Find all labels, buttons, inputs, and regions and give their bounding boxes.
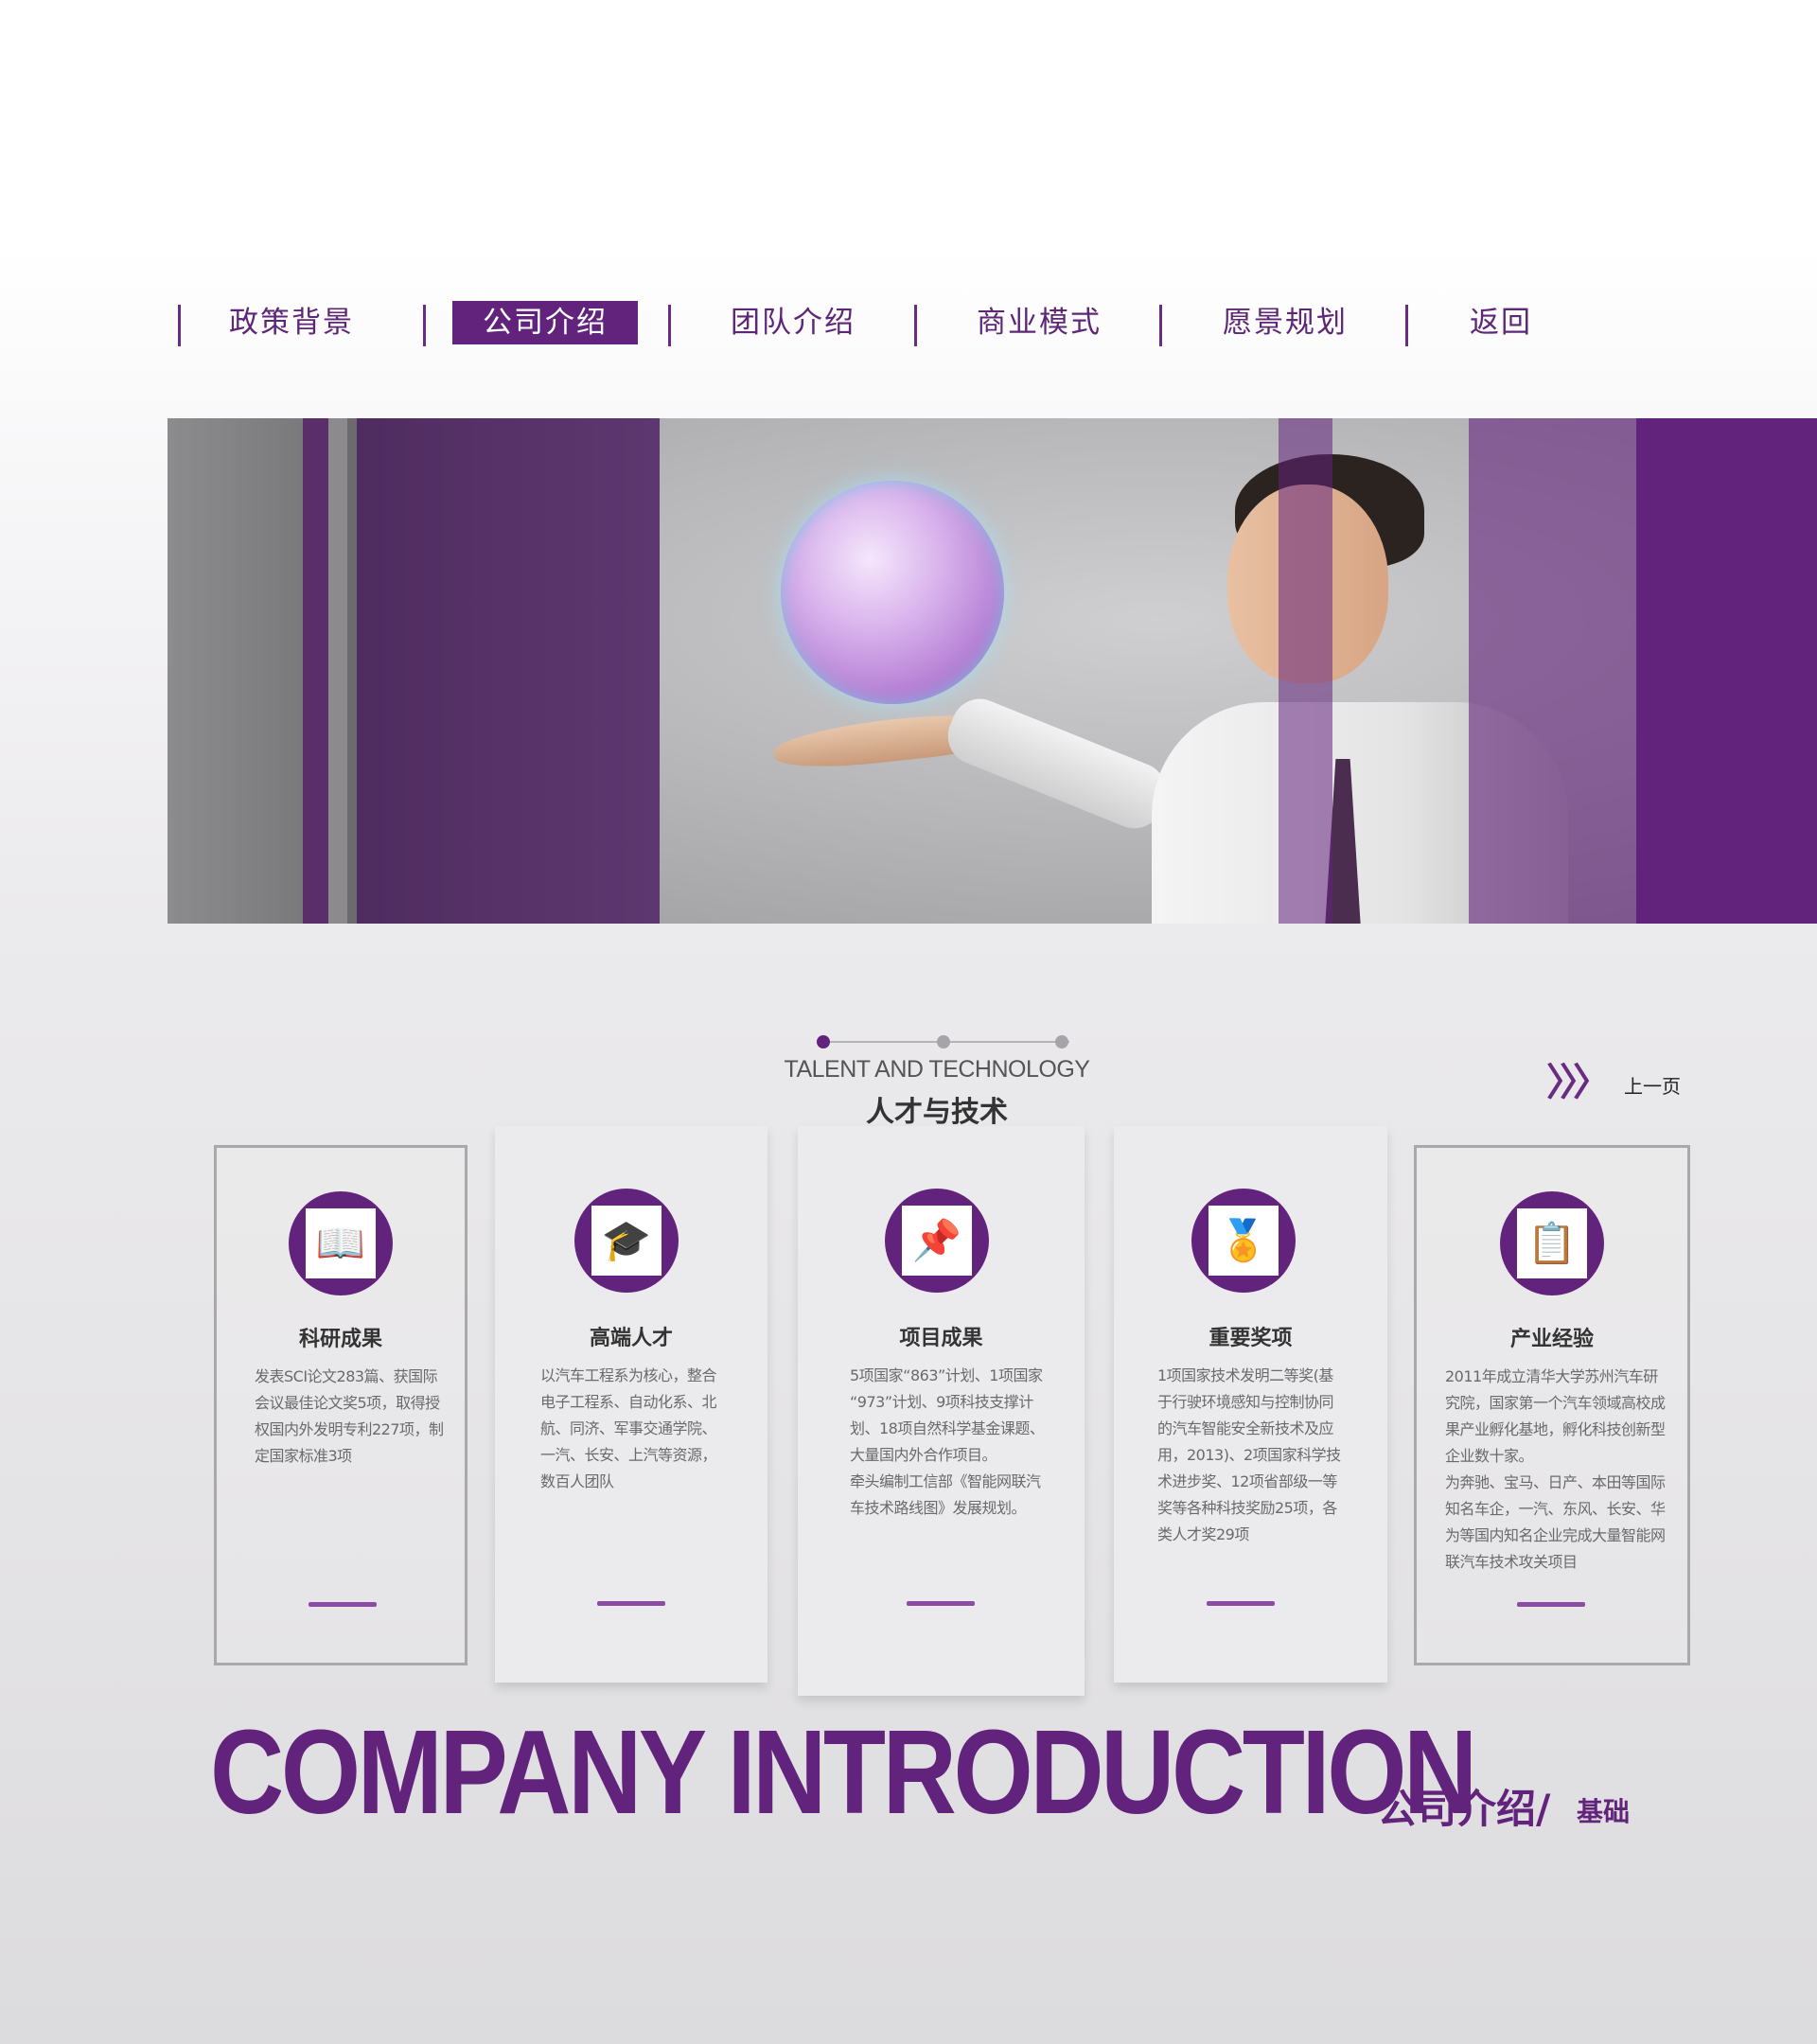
nav-item-policy-background[interactable]: 政策背景 <box>216 301 367 344</box>
hero-stripe <box>347 418 357 924</box>
nav-divider <box>1159 305 1162 346</box>
hero-banner <box>168 418 1817 924</box>
company-introduction-title: COMPANY INTRODUCTION <box>210 1705 1477 1839</box>
hero-overlay-stripe <box>1279 418 1332 924</box>
card-text: 2011年成立清华大学苏州汽车研 究院，国家第一个汽车领域高校成 果产业孵化基地… <box>1445 1367 1666 1571</box>
hero-panel-purple-right <box>1636 418 1817 924</box>
section-title-cn: 人才与技术 <box>866 1096 1008 1129</box>
top-nav: 政策背景 公司介绍 团队介绍 商业模式 愿景规划 返回 <box>178 301 1560 354</box>
card-icon-circle: 📋 <box>1500 1191 1604 1295</box>
card-accent-bar <box>309 1602 377 1607</box>
card-icon-circle: 📖 <box>289 1191 393 1295</box>
nav-divider <box>423 305 426 346</box>
card-text: 发表SCI论文283篇、获国际 会议最佳论文奖5项，取得授 权国内外发明专利22… <box>255 1367 444 1465</box>
card-icon-circle: 🏅 <box>1191 1189 1296 1293</box>
card-icon-circle: 📌 <box>885 1189 989 1293</box>
hero-panel-gray <box>168 418 303 924</box>
header-dot <box>1055 1035 1068 1048</box>
card-text: 5项国家“863”计划、1项国家 “973”计划、9项科技支撑计 划、18项自然… <box>850 1366 1045 1517</box>
hero-panel-purple <box>357 418 660 924</box>
card-title: 产业经验 <box>1509 1328 1594 1351</box>
prev-page-label: 上一页 <box>1624 1075 1681 1098</box>
card-title: 重要奖项 <box>1208 1327 1293 1350</box>
card-research-results: 📖 科研成果 发表SCI论文283篇、获国际 会议最佳论文奖5项，取得授 权国内… <box>214 1145 467 1665</box>
section-header: TALENT AND TECHNOLOGY 人才与技术 <box>776 1031 1098 1136</box>
company-intro-cn-title: 公司介绍/ <box>1377 1786 1551 1832</box>
header-dot <box>937 1035 950 1048</box>
card-accent-bar <box>1517 1602 1585 1607</box>
nav-item-back[interactable]: 返回 <box>1454 301 1548 344</box>
clipboard-checklist-icon: 📋 <box>1526 1220 1578 1266</box>
card-text: 以汽车工程系为核心，整合 电子工程系、自动化系、北 航、同济、军事交通学院、 一… <box>540 1366 717 1490</box>
card-industry-experience: 📋 产业经验 2011年成立清华大学苏州汽车研 究院，国家第一个汽车领域高校成 … <box>1414 1145 1690 1665</box>
technology-globe-image <box>781 481 1004 704</box>
pushpin-icon: 📌 <box>911 1217 962 1263</box>
award-certificate-icon: 🏅 <box>1218 1217 1269 1263</box>
nav-divider <box>178 305 181 346</box>
card-title: 项目成果 <box>899 1327 983 1350</box>
triple-chevron-right-icon: 〉〉〉 <box>1546 1061 1611 1104</box>
hero-stripe <box>303 418 328 924</box>
card-project-results: 📌 项目成果 5项国家“863”计划、1项国家 “973”计划、9项科技支撑计 … <box>798 1126 1085 1696</box>
arm-image <box>939 690 1175 837</box>
nav-divider <box>1405 305 1408 346</box>
company-intro-cn-subtitle: 基础 <box>1577 1796 1631 1827</box>
hero-stripe <box>328 418 347 924</box>
card-title: 科研成果 <box>298 1328 382 1351</box>
graduate-cap-icon: 🎓 <box>601 1217 652 1263</box>
card-accent-bar <box>597 1601 665 1606</box>
nav-item-company-intro[interactable]: 公司介绍 <box>452 301 638 344</box>
nav-item-business-model[interactable]: 商业模式 <box>963 301 1115 344</box>
card-accent-bar <box>1207 1601 1275 1606</box>
hero-overlay-panel <box>1469 418 1636 924</box>
nav-divider <box>668 305 671 346</box>
section-title-en: TALENT AND TECHNOLOGY <box>784 1056 1090 1083</box>
header-dot <box>817 1035 830 1048</box>
nav-item-team-intro[interactable]: 团队介绍 <box>717 301 869 344</box>
card-major-awards: 🏅 重要奖项 1项国家技术发明二等奖(基 于行驶环境感知与控制协同 的汽车智能安… <box>1114 1126 1387 1683</box>
card-title: 高端人才 <box>589 1327 673 1350</box>
card-top-talent: 🎓 高端人才 以汽车工程系为核心，整合 电子工程系、自动化系、北 航、同济、军事… <box>495 1126 767 1683</box>
card-text: 1项国家技术发明二等奖(基 于行驶环境感知与控制协同 的汽车智能安全新技术及应 … <box>1157 1366 1341 1543</box>
nav-divider <box>914 305 917 346</box>
nav-item-vision-plan[interactable]: 愿景规划 <box>1209 301 1361 344</box>
card-accent-bar <box>907 1601 975 1606</box>
open-book-icon: 📖 <box>315 1220 366 1266</box>
card-icon-circle: 🎓 <box>574 1189 679 1293</box>
